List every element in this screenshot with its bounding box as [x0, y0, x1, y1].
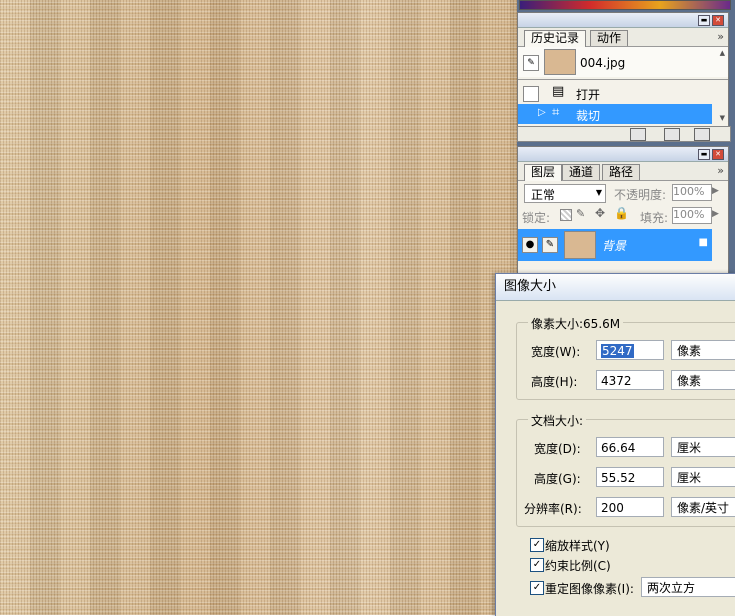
resample-method-select[interactable]: 两次立方 — [641, 577, 735, 597]
pixel-dimensions-label: 像素大小:65.6M — [528, 315, 624, 332]
resample-checkbox[interactable]: ✓ — [530, 581, 544, 595]
scroll-up-icon[interactable]: ▲ — [720, 49, 725, 57]
document-icon: ▤ — [552, 84, 565, 99]
dialog-title: 图像大小 — [496, 274, 735, 301]
resolution-unit-select[interactable]: 像素/英寸 — [671, 497, 735, 517]
trash-icon[interactable] — [694, 128, 710, 141]
history-item-label: 打开 — [576, 88, 601, 102]
resolution-label: 分辨率(R): — [524, 502, 582, 516]
scroll-down-icon[interactable]: ▼ — [720, 114, 725, 122]
opacity-value: 100% — [673, 185, 705, 198]
camera-icon[interactable] — [664, 128, 680, 141]
layers-tabs: 图层 通道 路径 » — [518, 162, 728, 181]
tab-history[interactable]: 历史记录 — [524, 30, 587, 47]
fill-input[interactable]: 100% — [672, 207, 712, 224]
tab-actions[interactable]: 动作 — [590, 30, 629, 46]
new-document-icon[interactable] — [630, 128, 646, 141]
history-tabs: 历史记录 动作 » — [518, 28, 728, 47]
pixel-height-label: 高度(H): — [531, 375, 578, 389]
doc-height-unit-select[interactable]: 厘米 — [671, 467, 735, 487]
pixel-width-value: 5247 — [601, 344, 634, 358]
lock-move-icon[interactable]: ✥ — [595, 206, 605, 220]
layer-name: 背景 — [602, 239, 627, 253]
opacity-arrow-icon[interactable]: ▶ — [712, 186, 719, 196]
fill-label: 填充: — [640, 211, 669, 225]
pixel-width-unit-select[interactable]: 像素 — [671, 340, 735, 360]
blend-mode-select[interactable]: 正常 ▼ — [524, 184, 606, 203]
document-canvas[interactable] — [0, 0, 517, 615]
layers-panel-titlebar: ▬ ✕ — [518, 147, 728, 162]
pixel-height-unit-select[interactable]: 像素 — [671, 370, 735, 390]
history-snapshot[interactable]: ✎ 004.jpg — [518, 47, 728, 77]
snapshot-thumbnail — [544, 49, 576, 75]
doc-height-label: 高度(G): — [534, 472, 581, 486]
lock-paint-icon[interactable]: ✎ — [576, 207, 585, 220]
doc-width-label: 宽度(D): — [534, 442, 581, 456]
lock-icon: ■ — [698, 237, 708, 248]
pixel-height-input[interactable]: 4372 — [596, 370, 664, 390]
eye-icon[interactable]: ● — [522, 237, 538, 253]
chevron-down-icon: ▼ — [595, 188, 602, 197]
constrain-proportions-checkbox[interactable]: ✓ — [530, 558, 544, 572]
resolution-input[interactable]: 200 — [596, 497, 664, 517]
image-size-dialog: 图像大小 像素大小:65.6M 宽度(W): 5247 像素 高度(H): 43… — [495, 273, 735, 616]
scale-styles-checkbox[interactable]: ✓ — [530, 538, 544, 552]
fill-value: 100% — [673, 208, 705, 221]
panel-menu-icon[interactable]: » — [717, 164, 724, 177]
history-item-label: 裁切 — [576, 109, 601, 123]
history-item-open[interactable]: ▤ 打开 — [518, 83, 728, 103]
history-pointer-icon: ▷ — [538, 107, 546, 118]
lock-all-icon[interactable]: 🔒 — [614, 206, 629, 220]
layer-thumbnail — [564, 231, 596, 259]
doc-width-unit-select[interactable]: 厘米 — [671, 437, 735, 457]
history-panel: ▬ ✕ 历史记录 动作 » ✎ 004.jpg ▤ 打开 ▷ ⌗ 裁切 ▲ ▼ — [517, 12, 729, 128]
swatches-panel-remnant — [519, 0, 731, 10]
lock-label: 锁定: — [522, 211, 551, 225]
panel-menu-icon[interactable]: » — [717, 30, 724, 43]
pixel-width-label: 宽度(W): — [531, 345, 581, 359]
crop-icon: ⌗ — [552, 105, 560, 120]
tab-paths[interactable]: 路径 — [602, 164, 641, 180]
opacity-input[interactable]: 100% — [672, 184, 712, 201]
brush-icon[interactable]: ✎ — [542, 237, 558, 253]
doc-height-input[interactable]: 55.52 — [596, 467, 664, 487]
scale-styles-label[interactable]: 缩放样式(Y) — [545, 537, 610, 554]
tab-layers[interactable]: 图层 — [524, 164, 563, 181]
fill-arrow-icon[interactable]: ▶ — [712, 209, 719, 219]
document-size-label: 文档大小: — [528, 412, 587, 429]
history-brush-checkbox[interactable] — [523, 86, 539, 102]
brush-source-icon[interactable]: ✎ — [523, 55, 539, 71]
history-footer — [517, 126, 731, 142]
history-item-crop[interactable]: ▷ ⌗ 裁切 — [518, 104, 712, 124]
lock-transparent-icon[interactable] — [560, 209, 572, 221]
snapshot-name: 004.jpg — [580, 56, 626, 70]
constrain-proportions-label[interactable]: 约束比例(C) — [545, 557, 611, 574]
pixel-width-input[interactable]: 5247 — [596, 340, 664, 360]
close-icon[interactable]: ✕ — [712, 15, 724, 26]
doc-width-input[interactable]: 66.64 — [596, 437, 664, 457]
opacity-label: 不透明度: — [614, 188, 667, 202]
close-icon[interactable]: ✕ — [712, 149, 724, 160]
history-panel-titlebar: ▬ ✕ — [518, 13, 728, 28]
layer-row-background[interactable]: ● ✎ 背景 ■ — [518, 229, 712, 261]
minimize-icon[interactable]: ▬ — [698, 149, 710, 160]
minimize-icon[interactable]: ▬ — [698, 15, 710, 26]
tab-channels[interactable]: 通道 — [562, 164, 601, 180]
layers-panel: ▬ ✕ 图层 通道 路径 » 正常 ▼ 不透明度: 100% ▶ 锁定: ✎ ✥… — [517, 146, 729, 274]
blend-mode-value: 正常 — [531, 188, 556, 202]
resample-label[interactable]: 重定图像像素(I): — [545, 580, 634, 597]
